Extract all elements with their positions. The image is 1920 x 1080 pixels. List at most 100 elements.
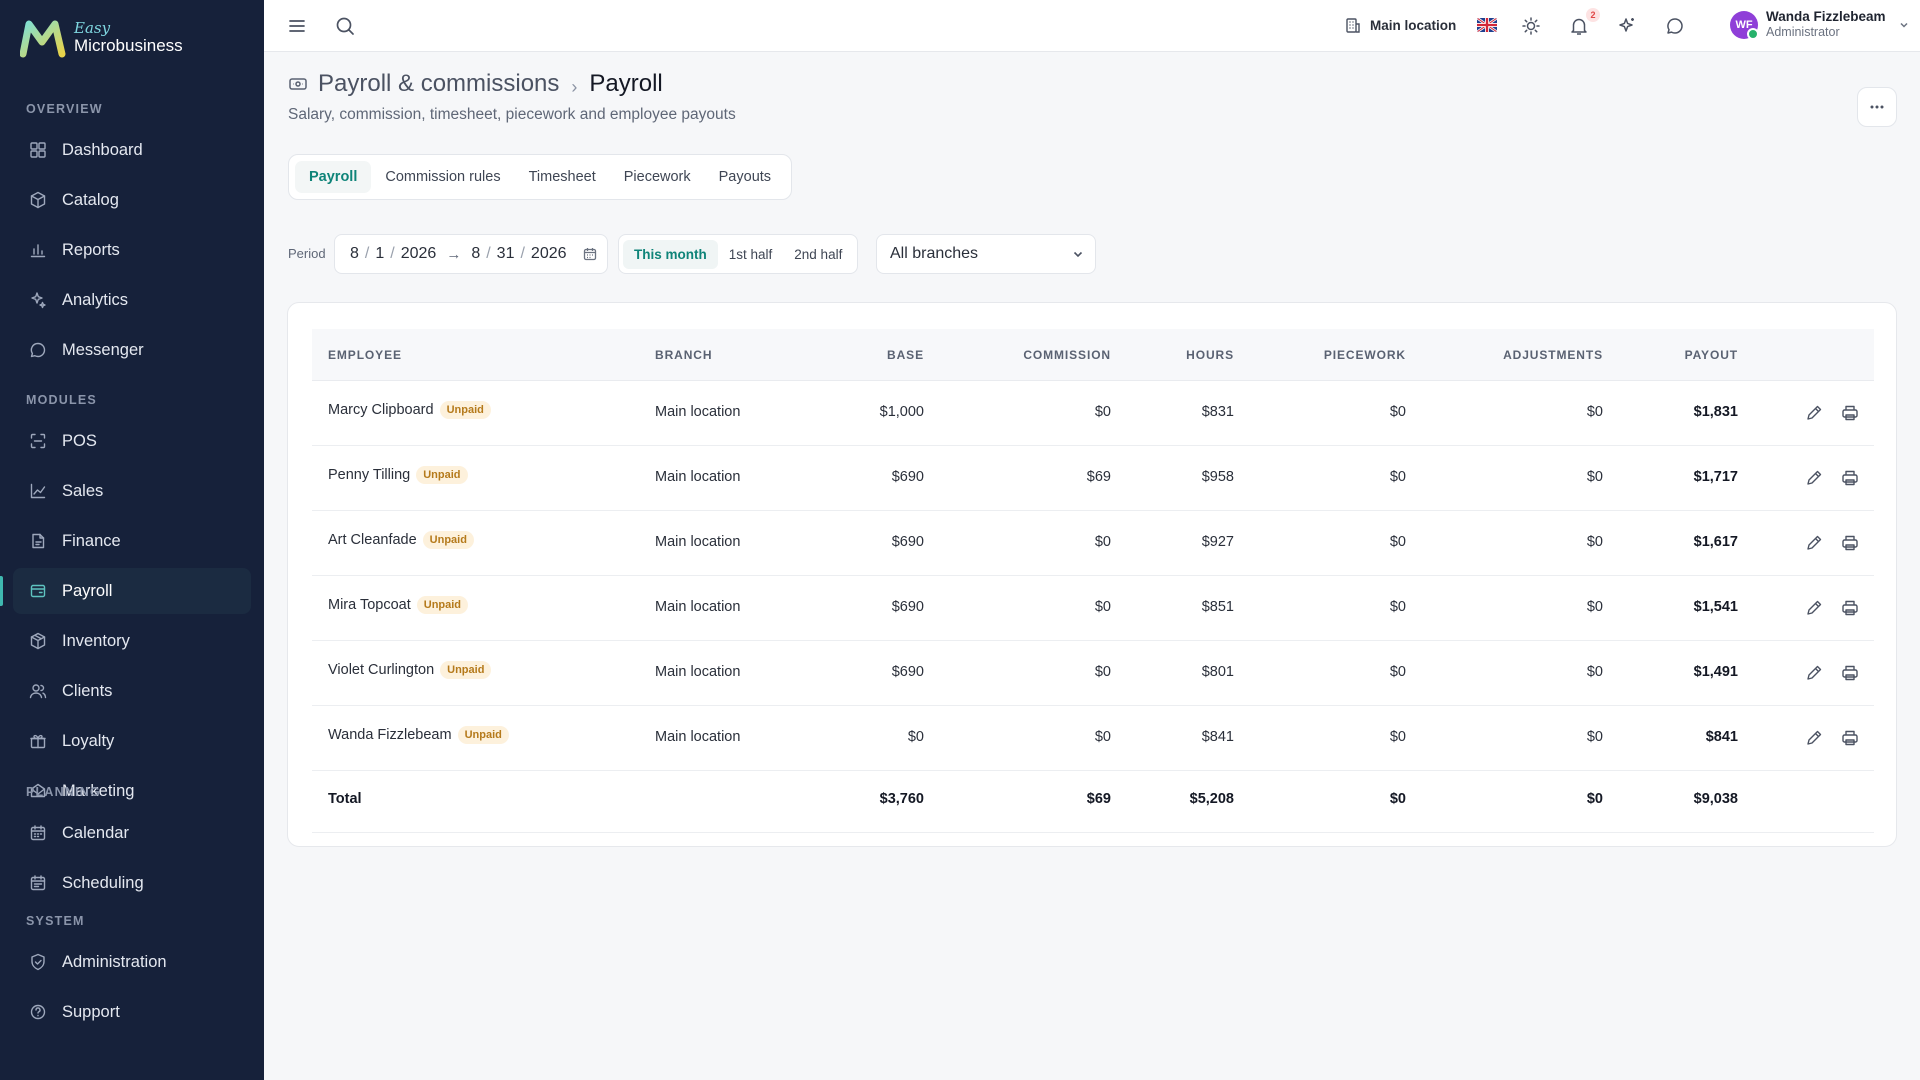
calendar-icon[interactable] — [582, 246, 598, 262]
period-option-1st-half[interactable]: 1st half — [718, 240, 784, 269]
notification-count-badge: 2 — [1586, 8, 1600, 22]
table-row[interactable]: Violet Curlington Unpaid Main location $690… — [312, 641, 1874, 706]
clients-icon — [28, 681, 48, 701]
more-options-button[interactable] — [1857, 87, 1897, 127]
edit-pencil-icon[interactable] — [1802, 466, 1826, 490]
user-name: Wanda Fizzlebeam — [1766, 9, 1886, 24]
employee-name[interactable]: Mira Topcoat — [328, 597, 411, 613]
tab-payouts[interactable]: Payouts — [705, 161, 785, 193]
print-icon[interactable] — [1838, 466, 1862, 490]
brand-logo[interactable]: Easy Microbusiness — [20, 18, 183, 58]
ai-sparkle-icon[interactable] — [1616, 15, 1638, 37]
table-row[interactable]: Marcy Clipboard Unpaid Main location $1,000… — [312, 381, 1874, 446]
start-day[interactable]: 1 — [375, 245, 384, 263]
search-icon[interactable] — [334, 15, 356, 37]
edit-pencil-icon[interactable] — [1802, 726, 1826, 750]
sidebar-item-finance[interactable]: Finance — [13, 518, 251, 564]
sidebar-item-label: Sales — [62, 481, 104, 500]
sidebar-item-payroll[interactable]: Payroll — [0, 568, 251, 614]
date-range-picker[interactable]: 8/ 1/ 2026 → 8/ 31/ 2026 — [334, 234, 608, 274]
end-year[interactable]: 2026 — [531, 245, 567, 263]
sidebar-item-dashboard[interactable]: Dashboard — [13, 127, 251, 173]
column-header-payout[interactable]: PAYOUT — [1685, 348, 1738, 362]
table-row[interactable]: Mira Topcoat Unpaid Main location $690 $0 $85… — [312, 576, 1874, 641]
table-row[interactable]: Wanda Fizzlebeam Unpaid Main location $0 $0 $… — [312, 706, 1874, 771]
employee-name[interactable]: Wanda Fizzlebeam — [328, 727, 452, 743]
sidebar-item-label: Catalog — [62, 190, 119, 209]
sidebar-item-label: Clients — [62, 681, 113, 700]
end-month[interactable]: 8 — [471, 245, 480, 263]
employee-cell: Violet Curlington Unpaid — [328, 661, 492, 679]
sidebar-item-pos[interactable]: POS — [13, 418, 251, 464]
sidebar-item-messenger[interactable]: Messenger — [13, 327, 251, 373]
location-switcher[interactable]: Main location — [1344, 16, 1456, 34]
branch-cell: Main location — [655, 404, 741, 420]
column-header-branch[interactable]: BRANCH — [655, 348, 712, 362]
total-base: $3,760 — [879, 791, 924, 807]
tab-commission-rules[interactable]: Commission rules — [371, 161, 514, 193]
payout-cell: $1,831 — [1693, 404, 1738, 420]
sidebar-item-reports[interactable]: Reports — [13, 227, 251, 273]
column-header-employee[interactable]: EMPLOYEE — [328, 348, 402, 362]
sidebar-item-clients[interactable]: Clients — [13, 668, 251, 714]
adjustments-cell: $0 — [1586, 534, 1603, 550]
print-icon[interactable] — [1838, 596, 1862, 620]
print-icon[interactable] — [1838, 661, 1862, 685]
print-icon[interactable] — [1838, 531, 1862, 555]
edit-pencil-icon[interactable] — [1802, 401, 1826, 425]
employee-cell: Penny Tilling Unpaid — [328, 466, 468, 484]
column-header-adjustments[interactable]: ADJUSTMENTS — [1503, 348, 1603, 362]
table-row[interactable]: Penny Tilling Unpaid Main location $690 $69 $… — [312, 446, 1874, 511]
brand-name: Microbusiness — [74, 36, 183, 55]
column-header-piecework[interactable]: PIECEWORK — [1324, 348, 1406, 362]
sidebar-item-inventory[interactable]: Inventory — [13, 618, 251, 664]
edit-pencil-icon[interactable] — [1802, 596, 1826, 620]
breadcrumb-parent[interactable]: Payroll & commissions — [318, 70, 559, 98]
sidebar-item-analytics[interactable]: Analytics — [13, 277, 251, 323]
edit-pencil-icon[interactable] — [1802, 531, 1826, 555]
start-month[interactable]: 8 — [350, 245, 359, 263]
menu-icon[interactable] — [286, 15, 308, 37]
branch-select[interactable]: All branches — [876, 234, 1096, 274]
chat-icon[interactable] — [1664, 15, 1686, 37]
column-header-base[interactable]: BASE — [887, 348, 924, 362]
sidebar-item-loyalty[interactable]: Loyalty — [13, 718, 251, 764]
hours-cell: $927 — [1201, 534, 1234, 550]
print-icon[interactable] — [1838, 401, 1862, 425]
piecework-cell: $0 — [1389, 534, 1406, 550]
column-header-commission[interactable]: COMMISSION — [1023, 348, 1111, 362]
period-option-2nd-half[interactable]: 2nd half — [783, 240, 853, 269]
start-year[interactable]: 2026 — [401, 245, 437, 263]
branch-cell: Main location — [655, 599, 741, 615]
tab-timesheet[interactable]: Timesheet — [515, 161, 610, 193]
theme-toggle-icon[interactable] — [1520, 15, 1542, 37]
column-header-hours[interactable]: HOURS — [1186, 348, 1234, 362]
sidebar-item-administration[interactable]: Administration — [13, 939, 251, 985]
tab-payroll[interactable]: Payroll — [295, 161, 372, 193]
table-row[interactable]: Art Cleanfade Unpaid Main location $690 $0 $9… — [312, 511, 1874, 576]
end-day[interactable]: 31 — [497, 245, 515, 263]
sidebar-item-sales[interactable]: Sales — [13, 468, 251, 514]
employee-name[interactable]: Art Cleanfade — [328, 532, 417, 548]
pos-icon — [28, 431, 48, 451]
employee-name[interactable]: Marcy Clipboard — [328, 402, 434, 418]
employee-name[interactable]: Penny Tilling — [328, 467, 410, 483]
sidebar-item-catalog[interactable]: Catalog — [13, 177, 251, 223]
sidebar-item-support[interactable]: Support — [13, 989, 251, 1035]
user-menu[interactable]: WF Wanda Fizzlebeam Administrator — [1730, 9, 1910, 40]
employee-name[interactable]: Violet Curlington — [328, 662, 434, 678]
tab-piecework[interactable]: Piecework — [610, 161, 705, 193]
commission-cell: $0 — [1094, 404, 1111, 420]
language-flag-icon[interactable] — [1477, 18, 1497, 32]
brand-easy: Easy — [74, 19, 111, 37]
edit-pencil-icon[interactable] — [1802, 661, 1826, 685]
base-cell: $0 — [907, 729, 924, 745]
sidebar-item-label: Inventory — [62, 631, 130, 650]
status-badge: Unpaid — [416, 466, 468, 484]
print-icon[interactable] — [1838, 726, 1862, 750]
period-option-this-month[interactable]: This month — [623, 239, 718, 269]
building-icon — [1346, 18, 1360, 33]
sidebar-item-label: Reports — [62, 240, 120, 259]
sidebar-item-calendar[interactable]: Calendar — [13, 810, 251, 856]
sidebar-item-scheduling[interactable]: Scheduling — [13, 860, 251, 906]
